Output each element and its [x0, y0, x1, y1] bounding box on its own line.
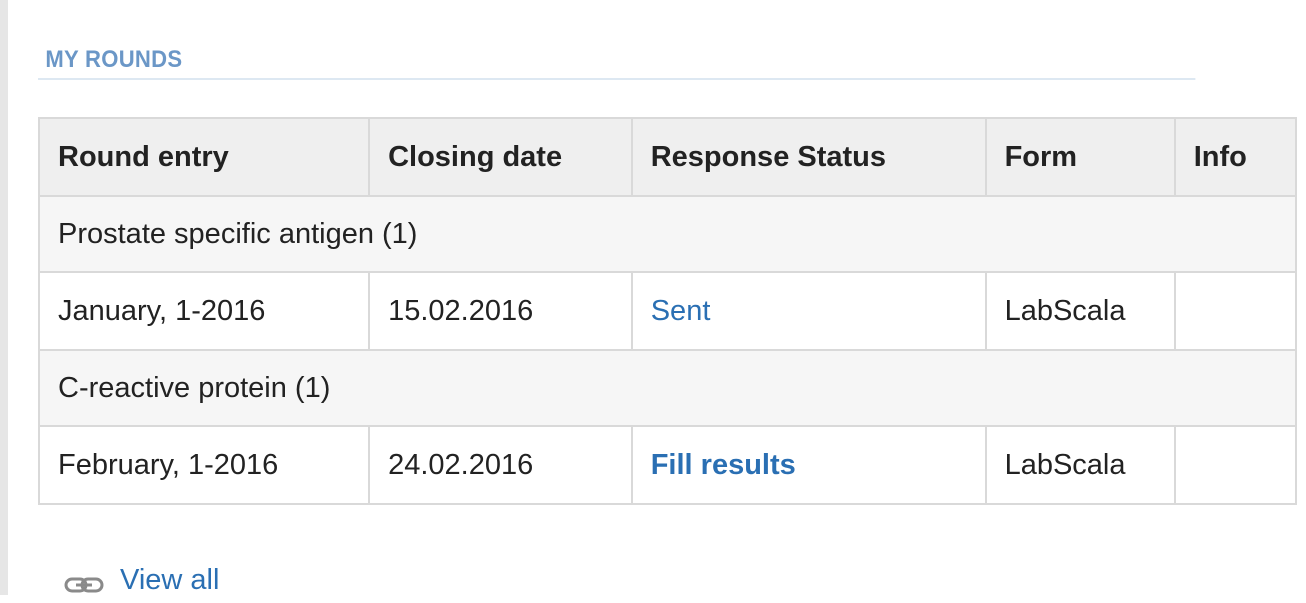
- my-rounds-panel: MY ROUNDS Round entry Closing date Respo…: [37, 0, 1298, 505]
- group-label: C-reactive protein (1): [38, 349, 1297, 427]
- cell-response-status: Fill results: [630, 425, 987, 505]
- link-icon: [64, 570, 104, 593]
- table-header-row: Round entry Closing date Response Status…: [37, 117, 1298, 197]
- table-row: February, 1-2016 24.02.2016 Fill results…: [37, 425, 1298, 505]
- header-info: Info: [1173, 117, 1298, 197]
- cell-form: LabScala: [984, 271, 1176, 351]
- header-response-status: Response Status: [630, 117, 987, 197]
- cell-closing-date: 24.02.2016: [368, 425, 633, 505]
- cell-round-entry: February, 1-2016: [37, 425, 371, 505]
- cell-info: [1173, 271, 1298, 351]
- table-row: January, 1-2016 15.02.2016 Sent LabScala: [37, 271, 1298, 351]
- cell-response-status: Sent: [630, 271, 987, 351]
- header-closing-date: Closing date: [368, 117, 633, 197]
- header-form: Form: [984, 117, 1176, 197]
- cell-info: [1173, 425, 1298, 505]
- cell-closing-date: 15.02.2016: [368, 271, 633, 351]
- section-title: MY ROUNDS: [38, 44, 1196, 80]
- group-label: Prostate specific antigen (1): [38, 195, 1297, 273]
- rounds-table: Round entry Closing date Response Status…: [37, 117, 1298, 505]
- header-round-entry: Round entry: [37, 117, 371, 197]
- view-all-link[interactable]: View all: [120, 564, 219, 597]
- left-border: [0, 0, 8, 595]
- status-link-fill-results[interactable]: Fill results: [651, 449, 796, 481]
- view-all-row: View all: [64, 560, 219, 600]
- cell-form: LabScala: [984, 425, 1176, 505]
- status-link-sent[interactable]: Sent: [651, 295, 711, 327]
- group-row-c-reactive-protein: C-reactive protein (1): [38, 349, 1297, 427]
- group-row-prostate-specific-antigen: Prostate specific antigen (1): [38, 195, 1297, 273]
- cell-round-entry: January, 1-2016: [37, 271, 371, 351]
